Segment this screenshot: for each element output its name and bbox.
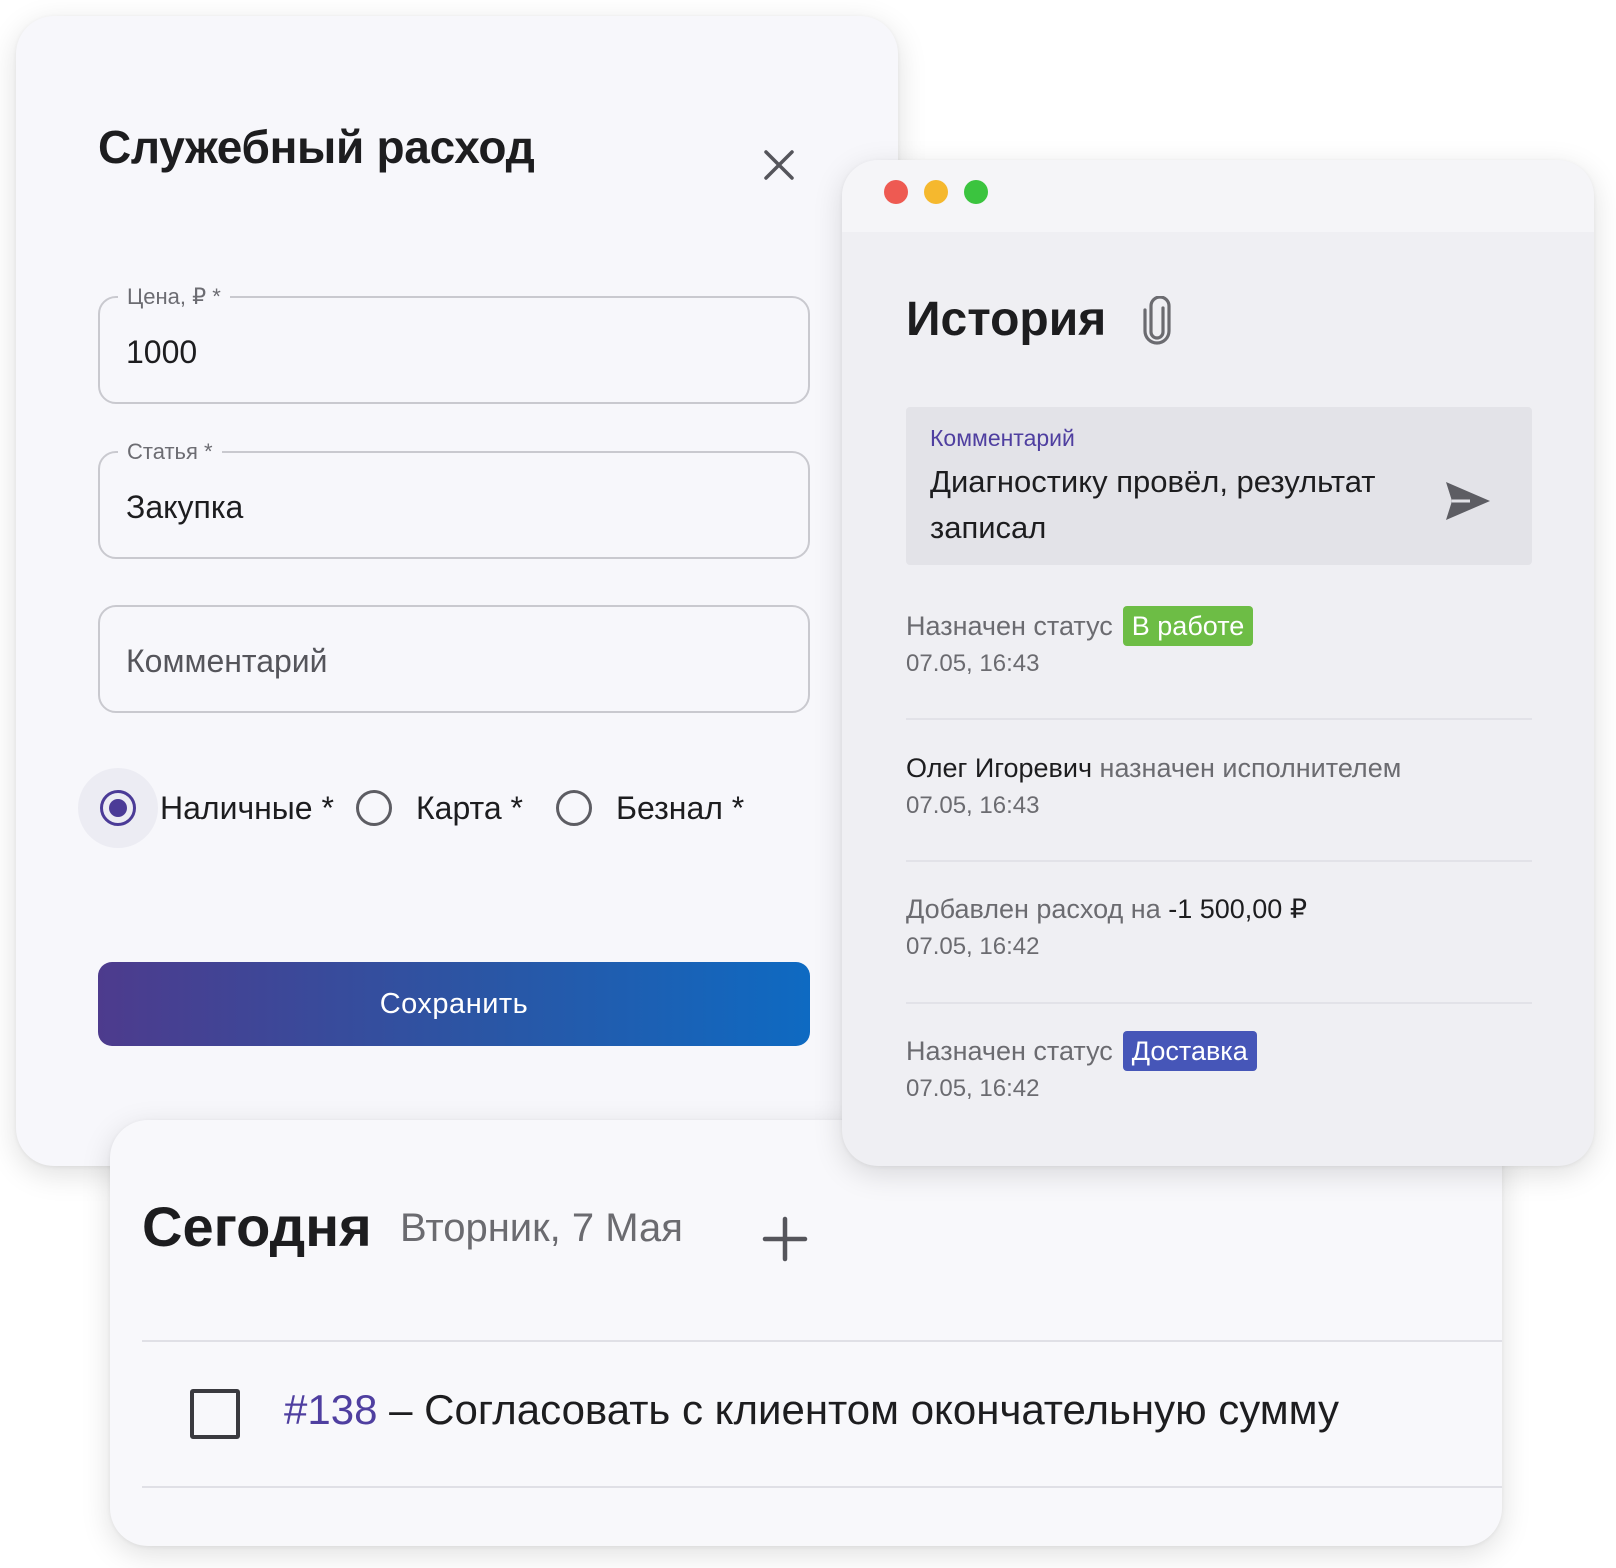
history-title: История — [906, 293, 1107, 346]
task-separator: – — [377, 1386, 425, 1433]
today-card: Сегодня Вторник, 7 Мая #138 – Согласоват… — [110, 1120, 1502, 1546]
task-checkbox[interactable] — [190, 1389, 240, 1439]
divider — [906, 1002, 1532, 1004]
event-text: назначен исполнителем — [1099, 753, 1402, 783]
window-close-dot[interactable] — [884, 180, 908, 204]
price-field[interactable]: Цена, ₽ * 1000 — [98, 282, 810, 404]
today-date: Вторник, 7 Мая — [400, 1206, 683, 1250]
assignee-name: Олег Игоревич — [906, 753, 1093, 783]
event-text: Назначен статус — [906, 1036, 1113, 1066]
divider — [906, 860, 1532, 862]
radio-unchecked-icon — [556, 790, 592, 826]
history-event: Назначен статус В работе 07.05, 16:43 — [906, 606, 1532, 682]
task-text: Согласовать с клиентом окончательную сум… — [424, 1386, 1339, 1433]
comment-input[interactable]: Комментарий Диагностику провёл, результа… — [906, 407, 1532, 565]
radio-cashless[interactable]: Безнал * — [534, 768, 744, 848]
history-event: Добавлен расход на -1 500,00 ₽ 07.05, 16… — [906, 889, 1532, 965]
radio-card[interactable]: Карта * — [334, 768, 523, 848]
expense-dialog: Служебный расход Цена, ₽ * 1000 Статья *… — [16, 16, 898, 1166]
price-label: Цена, ₽ * — [118, 282, 230, 312]
radio-cash-label: Наличные * — [160, 789, 334, 826]
event-time: 07.05, 16:42 — [906, 1075, 1040, 1102]
dialog-title: Служебный расход — [98, 121, 535, 173]
article-value[interactable]: Закупка — [126, 489, 243, 526]
save-button[interactable]: Сохранить — [98, 962, 810, 1046]
send-icon[interactable] — [1444, 479, 1492, 523]
article-field[interactable]: Статья * Закупка — [98, 437, 810, 559]
event-time: 07.05, 16:42 — [906, 933, 1040, 960]
plus-icon[interactable] — [762, 1216, 808, 1262]
comment-text[interactable]: Диагностику провёл, результат записал — [930, 459, 1430, 551]
event-time: 07.05, 16:43 — [906, 650, 1040, 677]
payment-method-group: Наличные * Карта * Безнал * — [78, 768, 838, 848]
radio-cashless-label: Безнал * — [616, 789, 745, 826]
paperclip-icon[interactable] — [1142, 296, 1172, 346]
divider — [906, 718, 1532, 720]
history-event: Олег Игоревич назначен исполнителем 07.0… — [906, 748, 1532, 824]
window-titlebar — [842, 160, 1594, 232]
window-zoom-dot[interactable] — [964, 180, 988, 204]
divider — [142, 1486, 1502, 1488]
radio-checked-icon — [100, 790, 136, 826]
event-time: 07.05, 16:43 — [906, 792, 1040, 819]
radio-card-label: Карта * — [416, 789, 523, 826]
price-value[interactable]: 1000 — [126, 334, 197, 371]
task-number-link[interactable]: #138 — [284, 1386, 377, 1433]
comment-label: Комментарий — [930, 425, 1075, 451]
task-item[interactable]: #138 – Согласовать с клиентом окончатель… — [284, 1386, 1339, 1434]
radio-unchecked-icon — [356, 790, 392, 826]
event-text: Назначен статус — [906, 611, 1113, 641]
event-text: Добавлен расход на — [906, 894, 1161, 924]
window-minimize-dot[interactable] — [924, 180, 948, 204]
status-badge: В работе — [1122, 606, 1254, 646]
divider — [142, 1340, 1502, 1342]
comment-field[interactable]: Комментарий — [98, 605, 810, 713]
comment-placeholder: Комментарий — [126, 643, 328, 679]
history-window: История Комментарий Диагностику провёл, … — [842, 160, 1594, 1166]
close-icon[interactable] — [756, 142, 802, 188]
expense-amount: -1 500,00 ₽ — [1168, 894, 1308, 924]
radio-cash[interactable]: Наличные * — [78, 768, 334, 848]
article-label: Статья * — [118, 437, 222, 467]
status-badge: Доставка — [1122, 1031, 1257, 1071]
history-event: Назначен статус Доставка 07.05, 16:42 — [906, 1031, 1532, 1107]
today-title: Сегодня — [142, 1195, 372, 1258]
